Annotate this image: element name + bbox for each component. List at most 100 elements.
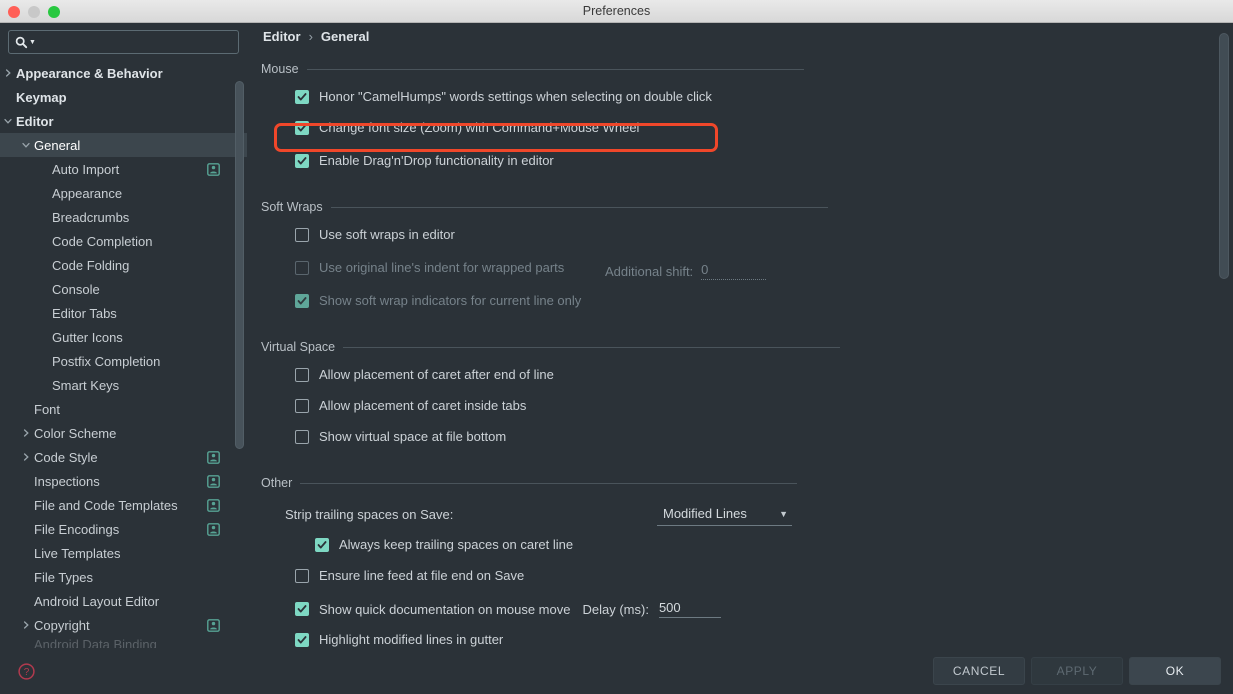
sidebar-item-auto-import[interactable]: Auto Import	[0, 157, 247, 181]
checkbox-ensure-line-feed[interactable]	[295, 569, 309, 583]
search-box[interactable]: ▼	[8, 30, 239, 54]
sidebar-item-file-encodings[interactable]: File Encodings	[0, 517, 247, 541]
strip-trailing-spaces-dropdown[interactable]: Modified Lines ▼	[657, 503, 792, 526]
sidebar-item-label: Smart Keys	[52, 377, 120, 393]
checkbox-highlight-modified-lines[interactable]	[295, 633, 309, 647]
checkbox-honor-camelhumps[interactable]	[295, 90, 309, 104]
section-divider	[300, 482, 798, 484]
checkbox-use-soft-wraps[interactable]	[295, 228, 309, 242]
dialog-buttons: CANCEL APPLY OK	[933, 657, 1221, 685]
sidebar-item-code-style[interactable]: Code Style	[0, 445, 247, 469]
checkbox-label: Change font size (Zoom) with Command+Mou…	[319, 120, 640, 135]
checkbox-row-enable-dragndrop[interactable]: Enable Drag'n'Drop functionality in edit…	[247, 151, 1233, 175]
sidebar-item-code-completion[interactable]: Code Completion	[0, 229, 247, 253]
checkbox-caret-after-end-of-line[interactable]	[295, 368, 309, 382]
sidebar-item-postfix-completion[interactable]: Postfix Completion	[0, 349, 247, 373]
checkbox-label: Honor "CamelHumps" words settings when s…	[319, 89, 712, 104]
sidebar-item-console[interactable]: Console	[0, 277, 247, 301]
chevron-down-icon[interactable]	[20, 139, 32, 151]
sidebar-item-font[interactable]: Font	[0, 397, 247, 421]
search-dropdown-caret[interactable]: ▼	[29, 39, 36, 46]
checkbox-row-use-soft-wraps[interactable]: Use soft wraps in editor	[247, 225, 1233, 249]
chevron-right-icon[interactable]	[20, 427, 32, 439]
checkbox-row-show-quick-documentation[interactable]: Show quick documentation on mouse move D…	[247, 597, 1233, 621]
checkbox-enable-dragndrop[interactable]	[295, 154, 309, 168]
breadcrumb-parent[interactable]: Editor	[263, 29, 301, 44]
search-input[interactable]	[39, 35, 232, 49]
sidebar-item-keymap[interactable]: Keymap	[0, 85, 247, 109]
sidebar-item-color-scheme[interactable]: Color Scheme	[0, 421, 247, 445]
sidebar-item-label: General	[34, 137, 81, 153]
checkbox-row-honor-camelhumps[interactable]: Honor "CamelHumps" words settings when s…	[247, 87, 1233, 111]
project-scope-badge-icon	[207, 162, 220, 176]
checkbox-row-change-font-size-zoom[interactable]: Change font size (Zoom) with Command+Mou…	[247, 118, 1233, 142]
sidebar-scrollbar-thumb[interactable]	[235, 81, 244, 449]
sidebar-item-label: Appearance	[52, 185, 123, 201]
project-scope-badge-icon	[207, 474, 220, 488]
settings-main-panel: Editor › General Mouse Honor "CamelHumps…	[247, 23, 1233, 648]
checkbox-show-soft-wrap-indicators	[295, 294, 309, 308]
sidebar-item-inspections[interactable]: Inspections	[0, 469, 247, 493]
sidebar-scrollbar-track[interactable]	[235, 59, 244, 647]
checkbox-caret-inside-tabs[interactable]	[295, 399, 309, 413]
sidebar-item-label: File Types	[34, 569, 94, 585]
sidebar-item-code-folding[interactable]: Code Folding	[0, 253, 247, 277]
additional-shift-input: 0	[701, 262, 767, 280]
section-title: Soft Wraps	[261, 200, 323, 214]
checkbox-change-font-size-zoom[interactable]	[295, 121, 309, 135]
sidebar-item-editor[interactable]: Editor	[0, 109, 247, 133]
dialog-footer: ? CANCEL APPLY OK	[0, 648, 1233, 694]
checkbox-row-ensure-line-feed[interactable]: Ensure line feed at file end on Save	[247, 566, 1233, 590]
checkbox-always-keep-trailing-spaces[interactable]	[315, 538, 329, 552]
cancel-button[interactable]: CANCEL	[933, 657, 1025, 685]
checkbox-row-always-keep-trailing-spaces[interactable]: Always keep trailing spaces on caret lin…	[247, 535, 1233, 559]
sidebar-item-breadcrumbs[interactable]: Breadcrumbs	[0, 205, 247, 229]
chevron-right-icon[interactable]	[20, 451, 32, 463]
sidebar-item-appearance[interactable]: Appearance	[0, 181, 247, 205]
sidebar-item-general[interactable]: General	[0, 133, 247, 157]
sidebar-item-label: Android Layout Editor	[34, 593, 160, 609]
traffic-lights	[8, 6, 60, 18]
sidebar-item-editor-tabs[interactable]: Editor Tabs	[0, 301, 247, 325]
delay-input[interactable]: 500	[658, 600, 721, 618]
sidebar-item-live-templates[interactable]: Live Templates	[0, 541, 247, 565]
main-scrollbar-thumb[interactable]	[1219, 33, 1229, 279]
sidebar-item-file-types[interactable]: File Types	[0, 565, 247, 589]
checkbox-row-caret-after-end-of-line[interactable]: Allow placement of caret after end of li…	[247, 365, 1233, 389]
sidebar-item-smart-keys[interactable]: Smart Keys	[0, 373, 247, 397]
sidebar-item-label: Gutter Icons	[52, 329, 123, 345]
section-title: Virtual Space	[261, 340, 336, 354]
sidebar-item-android-layout-editor[interactable]: Android Layout Editor	[0, 589, 247, 613]
main-scrollbar-track[interactable]	[1219, 25, 1229, 645]
settings-content: Mouse Honor "CamelHumps" words settings …	[247, 59, 1233, 648]
chevron-down-icon[interactable]	[2, 115, 14, 127]
checkbox-label: Enable Drag'n'Drop functionality in edit…	[319, 153, 554, 168]
chevron-right-icon[interactable]	[20, 619, 32, 631]
strip-trailing-spaces-label: Strip trailing spaces on Save:	[285, 506, 454, 522]
sidebar-item-label: Auto Import	[52, 161, 120, 177]
minimize-button[interactable]	[28, 6, 40, 18]
checkbox-row-highlight-modified-lines[interactable]: Highlight modified lines in gutter	[247, 630, 1233, 648]
checkbox-row-caret-inside-tabs[interactable]: Allow placement of caret inside tabs	[247, 396, 1233, 420]
checkbox-row-show-soft-wrap-indicators: Show soft wrap indicators for current li…	[247, 291, 1233, 315]
checkbox-row-virtual-space-file-bottom[interactable]: Show virtual space at file bottom	[247, 427, 1233, 451]
sidebar-item-gutter-icons[interactable]: Gutter Icons	[0, 325, 247, 349]
checkbox-show-quick-documentation[interactable]	[295, 602, 309, 616]
sidebar-item-appearance-behavior[interactable]: Appearance & Behavior	[0, 61, 247, 85]
ok-button[interactable]: OK	[1129, 657, 1221, 685]
settings-tree: Appearance & Behavior Keymap Editor General…	[0, 61, 247, 648]
checkbox-use-original-indent	[295, 261, 309, 275]
sidebar-item-file-and-code-templates[interactable]: File and Code Templates	[0, 493, 247, 517]
close-button[interactable]	[8, 6, 20, 18]
delay-label: Delay (ms):	[582, 601, 649, 617]
section-header-virtual-space: Virtual Space	[247, 337, 1233, 357]
checkbox-virtual-space-file-bottom[interactable]	[295, 430, 309, 444]
sidebar-item-copyright[interactable]: Copyright	[0, 613, 247, 637]
help-icon[interactable]: ?	[18, 663, 35, 680]
zoom-button[interactable]	[48, 6, 60, 18]
project-scope-badge-icon	[207, 450, 220, 464]
chevron-right-icon[interactable]	[2, 67, 14, 79]
section-title: Mouse	[261, 62, 299, 76]
sidebar-item-android-data-binding[interactable]: Android Data Binding	[0, 637, 247, 648]
section-header-other: Other	[247, 473, 1233, 493]
